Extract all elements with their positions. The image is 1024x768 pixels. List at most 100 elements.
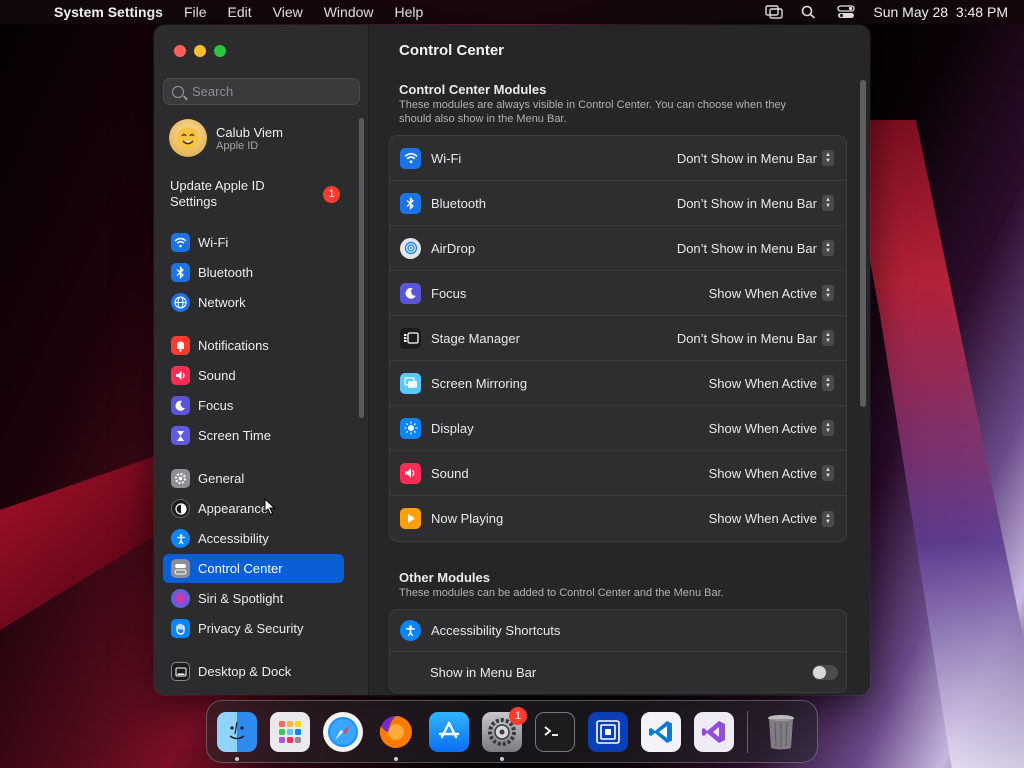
play-icon: [400, 508, 421, 529]
system-settings-icon[interactable]: 1: [482, 706, 527, 761]
safari-icon[interactable]: [323, 711, 363, 752]
sidebar-item-siri-spotlight[interactable]: Siri & Spotlight: [163, 584, 344, 613]
zoom-window-button[interactable]: [214, 45, 226, 57]
sidebar-item-label: Focus: [198, 398, 234, 413]
menu-window[interactable]: Window: [324, 4, 374, 20]
visual-studio-icon[interactable]: [694, 711, 734, 752]
menu-app-name[interactable]: System Settings: [54, 4, 163, 20]
module-row-accessibility-shortcuts: Accessibility Shortcuts: [390, 610, 846, 652]
remote-desktop-icon[interactable]: [588, 711, 628, 752]
screen-mirroring-icon: [400, 372, 421, 394]
siri-icon: [171, 589, 190, 608]
module-visibility-select[interactable]: Show When Active ▲ ▼: [709, 375, 834, 391]
module-visibility-select[interactable]: Show When Active ▲ ▼: [709, 510, 834, 527]
module-visibility-value: Show When Active: [708, 420, 817, 436]
bluetooth-icon: [171, 263, 190, 282]
moon-icon: [400, 282, 421, 304]
screen-mirroring-icon[interactable]: [765, 5, 784, 19]
sidebar-item-label: Sound: [198, 368, 236, 383]
menu-edit[interactable]: Edit: [228, 4, 252, 20]
sidebar-item-screen-time[interactable]: Screen Time: [163, 421, 344, 450]
launchpad-icon[interactable]: [270, 711, 310, 752]
chevron-updown-icon: ▲ ▼: [822, 150, 834, 166]
accessibility-icon: [400, 620, 421, 641]
vscode-icon[interactable]: [641, 711, 681, 752]
module-visibility-value: Show When Active: [708, 285, 817, 301]
control-center-icon[interactable]: [837, 5, 856, 19]
hand-icon: [171, 619, 190, 638]
dock-notification-badge: 1: [509, 706, 527, 725]
chevron-updown-icon: ▲ ▼: [822, 510, 834, 527]
menu-help[interactable]: Help: [395, 4, 424, 20]
notification-badge: 1: [323, 186, 340, 203]
content-scrollbar[interactable]: [860, 80, 866, 407]
speaker-icon: [400, 462, 421, 484]
sidebar-item-appearance[interactable]: Appearance: [163, 494, 344, 523]
module-row-sound: Sound Show When Active ▲ ▼: [390, 451, 846, 496]
terminal-icon[interactable]: [535, 711, 575, 752]
chevron-updown-icon: ▲ ▼: [822, 195, 834, 211]
sidebar-item-desktop-dock[interactable]: Desktop & Dock: [163, 657, 344, 686]
update-apple-id-settings[interactable]: Update Apple ID Settings 1: [170, 178, 340, 210]
app-store-icon[interactable]: [429, 711, 469, 752]
running-indicator: [500, 756, 504, 761]
sidebar-item-focus[interactable]: Focus: [163, 391, 344, 420]
module-visibility-value: Don’t Show in Menu Bar: [676, 150, 817, 166]
sidebar-item-privacy-security[interactable]: Privacy & Security: [163, 614, 344, 643]
chevron-updown-icon: ▲ ▼: [822, 285, 834, 301]
sidebar: Calub Viem Apple ID Update Apple ID Sett…: [154, 25, 369, 695]
gear-icon: [171, 469, 190, 488]
module-visibility-select[interactable]: Don’t Show in Menu Bar ▲ ▼: [677, 195, 834, 211]
sidebar-item-label: Network: [198, 295, 246, 310]
dock-separator: [747, 710, 748, 753]
close-window-button[interactable]: [174, 45, 186, 57]
sidebar-item-label: Screen Time: [198, 428, 271, 443]
module-visibility-value: Don’t Show in Menu Bar: [676, 330, 817, 346]
menu-view[interactable]: View: [273, 4, 303, 20]
sidebar-item-notifications[interactable]: Notifications: [163, 331, 344, 360]
finder-icon[interactable]: [217, 711, 257, 761]
menu-clock[interactable]: Sun May 28 3:48 PM: [873, 4, 1008, 20]
show-in-menu-bar-label: Show in Menu Bar: [430, 664, 537, 680]
module-visibility-select[interactable]: Show When Active ▲ ▼: [709, 465, 834, 481]
show-in-menu-bar-toggle[interactable]: [812, 664, 838, 680]
trash-icon[interactable]: [761, 712, 801, 752]
mouse-cursor: [264, 498, 276, 516]
appearance-icon: [171, 499, 190, 518]
module-label: Wi-Fi: [431, 150, 462, 166]
sidebar-item-bluetooth[interactable]: Bluetooth: [163, 258, 344, 287]
chevron-updown-icon: ▲ ▼: [822, 240, 834, 256]
module-visibility-value: Don’t Show in Menu Bar: [676, 195, 817, 211]
sidebar-item-network[interactable]: Network: [163, 288, 344, 317]
module-label: Sound: [431, 465, 469, 481]
module-visibility-select[interactable]: Don’t Show in Menu Bar ▲ ▼: [677, 330, 834, 346]
modules-section-title: Control Center Modules: [399, 82, 547, 97]
sidebar-item-accessibility[interactable]: Accessibility: [163, 524, 344, 553]
module-visibility-select[interactable]: Don’t Show in Menu Bar ▲ ▼: [677, 150, 834, 166]
module-row-bluetooth: Bluetooth Don’t Show in Menu Bar ▲ ▼: [390, 181, 846, 226]
update-label: Update Apple ID Settings: [170, 178, 265, 209]
dock-icon: [171, 662, 190, 681]
spotlight-search-icon[interactable]: [801, 5, 819, 19]
airdrop-icon: [400, 237, 421, 259]
minimize-window-button[interactable]: [194, 45, 206, 57]
sidebar-item-wifi[interactable]: Wi-Fi: [163, 228, 344, 257]
sidebar-item-control-center[interactable]: Control Center: [163, 554, 344, 583]
search-field[interactable]: [163, 78, 360, 105]
search-input[interactable]: [192, 84, 342, 99]
chevron-updown-icon: ▲ ▼: [822, 420, 834, 436]
module-visibility-select[interactable]: Show When Active ▲ ▼: [709, 285, 834, 301]
sidebar-item-label: Control Center: [198, 561, 283, 576]
module-visibility-select[interactable]: Don’t Show in Menu Bar ▲ ▼: [677, 240, 834, 256]
menu-file[interactable]: File: [184, 4, 207, 20]
sidebar-scrollbar[interactable]: [359, 118, 364, 418]
module-visibility-select[interactable]: Show When Active ▲ ▼: [709, 420, 834, 436]
stage-manager-icon: [400, 327, 421, 349]
sidebar-item-general[interactable]: General: [163, 464, 344, 493]
apple-id-profile[interactable]: Calub Viem Apple ID: [169, 119, 283, 157]
module-label: Screen Mirroring: [431, 375, 528, 391]
module-label: Focus: [431, 285, 467, 301]
firefox-icon[interactable]: [376, 712, 416, 761]
sidebar-item-label: Appearance: [198, 501, 269, 516]
sidebar-item-sound[interactable]: Sound: [163, 361, 344, 390]
